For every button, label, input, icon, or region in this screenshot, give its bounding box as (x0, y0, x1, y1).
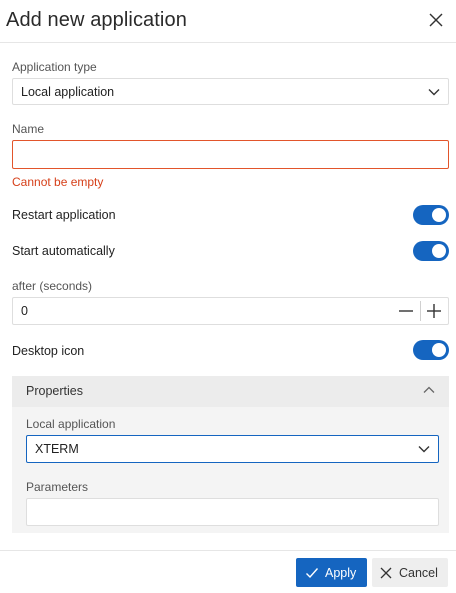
minus-icon (399, 310, 413, 312)
parameters-input[interactable] (26, 498, 439, 526)
name-error-message: Cannot be empty (12, 175, 104, 189)
desktop-icon-label: Desktop icon (12, 344, 85, 358)
apply-label: Apply (325, 565, 357, 580)
after-seconds-value: 0 (21, 304, 28, 318)
chevron-down-icon (428, 88, 440, 95)
after-seconds-label: after (seconds) (12, 279, 93, 293)
close-icon (380, 567, 392, 578)
header-divider (0, 42, 456, 43)
local-application-value: XTERM (35, 442, 79, 456)
name-input[interactable] (12, 140, 449, 169)
apply-button[interactable]: Apply (296, 558, 368, 587)
cancel-button[interactable]: Cancel (372, 558, 448, 587)
close-button[interactable] (424, 8, 448, 32)
decrement-button[interactable] (394, 298, 418, 324)
parameters-label: Parameters (26, 480, 89, 494)
plus-icon (427, 304, 441, 318)
chevron-up-icon (423, 386, 435, 393)
toggle-knob (432, 208, 446, 222)
chevron-down-icon (418, 446, 430, 453)
name-label: Name (12, 122, 45, 136)
increment-button[interactable] (422, 298, 446, 324)
toggle-knob (432, 244, 446, 258)
restart-application-label: Restart application (12, 208, 116, 222)
properties-panel: Properties Local application XTERM Param… (12, 376, 449, 533)
properties-title: Properties (26, 384, 83, 398)
dialog-title: Add new application (6, 9, 187, 31)
start-automatically-toggle[interactable] (413, 241, 449, 261)
restart-application-toggle[interactable] (413, 205, 449, 225)
desktop-icon-toggle[interactable] (413, 340, 449, 360)
close-icon (429, 13, 443, 27)
application-type-select[interactable]: Local application (12, 78, 449, 105)
application-type-value: Local application (21, 84, 115, 99)
properties-panel-header[interactable]: Properties (12, 376, 449, 407)
check-icon (306, 567, 319, 578)
application-type-label: Application type (12, 60, 97, 74)
toggle-knob (432, 343, 446, 357)
local-application-select[interactable]: XTERM (26, 435, 439, 463)
footer-divider (0, 550, 456, 551)
after-seconds-input[interactable]: 0 (12, 297, 449, 325)
cancel-label: Cancel (399, 565, 438, 580)
local-application-label: Local application (26, 417, 116, 431)
start-automatically-label: Start automatically (12, 244, 115, 258)
stepper-divider (420, 301, 421, 321)
add-application-dialog: Add new application Application type Loc… (0, 0, 456, 593)
